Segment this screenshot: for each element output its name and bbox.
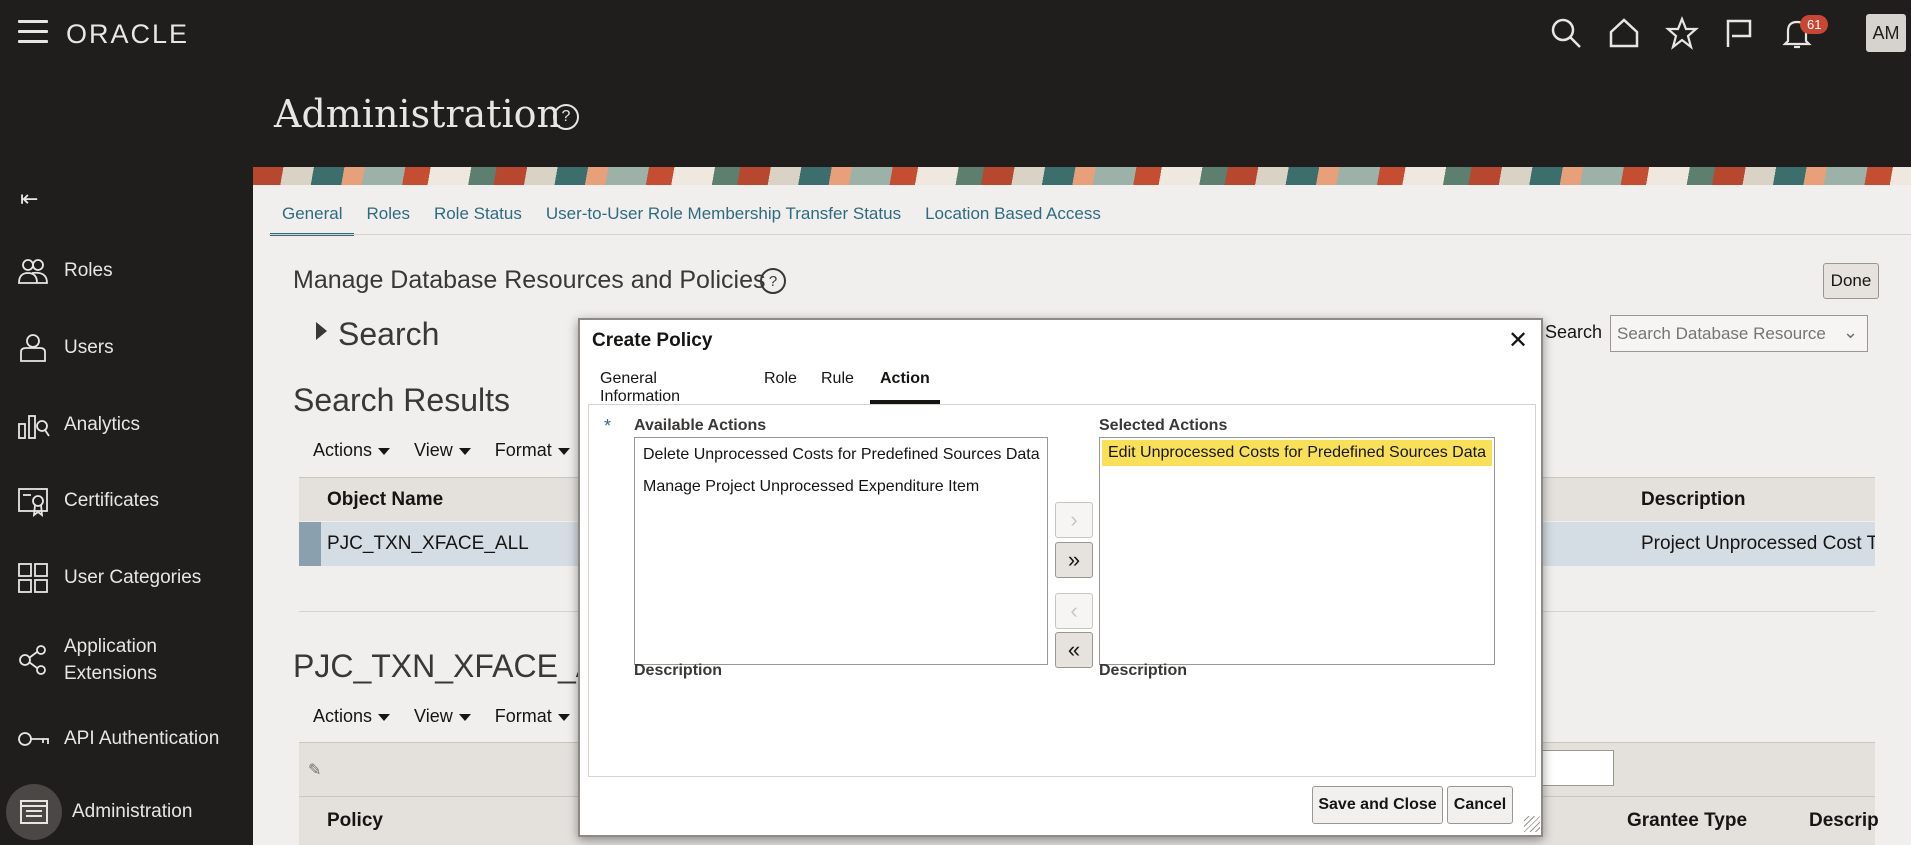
- close-icon[interactable]: ✕: [1508, 326, 1528, 355]
- star-icon[interactable]: [1665, 16, 1699, 50]
- view-menu[interactable]: View: [414, 706, 471, 736]
- user-categories-icon: [14, 559, 52, 597]
- flag-icon[interactable]: [1722, 16, 1756, 50]
- column-header-object-name[interactable]: Object Name: [327, 489, 443, 511]
- tab-role-transfer-status[interactable]: User-to-User Role Membership Transfer St…: [534, 196, 913, 236]
- object-name-cell: PJC_TXN_XFACE_ALL: [327, 533, 529, 554]
- sidebar-item-roles[interactable]: Roles: [0, 243, 253, 299]
- list-item[interactable]: Manage Project Unprocessed Expenditure I…: [643, 478, 979, 496]
- search-label: Search: [1545, 322, 1603, 342]
- home-icon[interactable]: [1607, 16, 1641, 50]
- save-and-close-button[interactable]: Save and Close: [1312, 786, 1443, 824]
- administration-icon: [6, 784, 62, 840]
- column-header-policy[interactable]: Policy: [327, 810, 383, 832]
- section-title: Manage Database Resources and Policies: [293, 266, 766, 294]
- tab-general-information[interactable]: General Information: [600, 364, 680, 405]
- actions-menu[interactable]: Actions: [313, 440, 391, 470]
- required-indicator: *: [604, 416, 612, 436]
- analytics-icon: [14, 406, 52, 444]
- column-header-grantee-type[interactable]: Grantee Type: [1627, 810, 1747, 832]
- sidebar-item-administration[interactable]: Administration: [0, 784, 253, 840]
- search-database-resource-input[interactable]: [1610, 315, 1868, 352]
- search-icon[interactable]: [1549, 16, 1583, 50]
- actions-menu[interactable]: Actions: [313, 706, 391, 736]
- format-menu[interactable]: Format: [495, 440, 570, 470]
- menu-icon[interactable]: [18, 20, 48, 44]
- collapse-sidebar-icon[interactable]: ⇤: [20, 186, 38, 212]
- sidebar-item-application-extensions[interactable]: Application Extensions: [0, 632, 253, 688]
- results-toolbar: Actions View Format: [313, 440, 570, 470]
- selected-actions-list[interactable]: Edit Unprocessed Costs for Predefined So…: [1099, 437, 1495, 665]
- list-item[interactable]: Delete Unprocessed Costs for Predefined …: [643, 446, 1040, 464]
- move-right-button[interactable]: ›: [1055, 502, 1093, 538]
- tab-role-status[interactable]: Role Status: [422, 196, 534, 236]
- users-icon: [14, 329, 52, 367]
- row-selection-indicator: [299, 522, 321, 566]
- sidebar-item-certificates[interactable]: Certificates: [0, 473, 253, 529]
- sidebar-item-label: User Categories: [64, 567, 202, 588]
- sidebar-item-label: Analytics: [64, 414, 141, 435]
- oracle-logo[interactable]: ORACLE: [66, 19, 189, 50]
- help-icon[interactable]: ?: [760, 268, 786, 294]
- sidebar-item-label: Roles: [64, 260, 113, 281]
- tabs-divider: [269, 234, 1911, 235]
- key-icon: [14, 720, 52, 758]
- tab-action[interactable]: Action: [870, 364, 940, 404]
- move-all-right-button[interactable]: »: [1055, 542, 1093, 578]
- admin-tabs: General Roles Role Status User-to-User R…: [270, 196, 1113, 236]
- done-button[interactable]: Done: [1823, 263, 1879, 299]
- sidebar-item-label: Users: [64, 337, 114, 358]
- header-banner: [253, 167, 1911, 185]
- sidebar-item-label: Administration: [72, 801, 193, 822]
- selected-actions-label: Selected Actions: [1099, 417, 1228, 434]
- roles-icon: [14, 252, 52, 290]
- dialog-title: Create Policy: [592, 330, 713, 351]
- disclosure-icon[interactable]: [316, 322, 327, 340]
- sidebar-item-label: API Authentication: [64, 728, 220, 749]
- certificate-icon: [14, 482, 52, 520]
- move-all-left-button[interactable]: «: [1055, 632, 1093, 668]
- format-menu[interactable]: Format: [495, 706, 570, 736]
- sidebar-item-analytics[interactable]: Analytics: [0, 397, 253, 453]
- available-description-label: Description: [634, 662, 723, 679]
- resize-handle[interactable]: [1524, 816, 1540, 832]
- column-header-description[interactable]: Description: [1641, 489, 1746, 511]
- column-header-description[interactable]: Descrip: [1809, 810, 1879, 832]
- available-actions-list[interactable]: Delete Unprocessed Costs for Predefined …: [634, 437, 1048, 665]
- tab-location-based-access[interactable]: Location Based Access: [913, 196, 1113, 236]
- description-cell: Project Unprocessed Cost Tr: [1641, 533, 1875, 554]
- cancel-button[interactable]: Cancel: [1447, 786, 1513, 824]
- sidebar-item-api-authentication[interactable]: API Authentication: [0, 711, 253, 767]
- filter-input[interactable]: [1540, 750, 1614, 786]
- sidebar-item-label: Certificates: [64, 490, 160, 511]
- sidebar-item-label: Application Extensions: [64, 636, 157, 684]
- edit-icon[interactable]: ✎: [308, 760, 321, 780]
- search-toggle[interactable]: Search: [338, 316, 439, 353]
- tab-general[interactable]: General: [270, 196, 355, 236]
- view-menu[interactable]: View: [414, 440, 471, 470]
- list-item[interactable]: Edit Unprocessed Costs for Predefined So…: [1102, 440, 1492, 466]
- create-policy-dialog: Create Policy ✕ General Information Role…: [578, 318, 1543, 837]
- results-title: Search Results: [293, 382, 510, 418]
- chevron-down-icon[interactable]: ⌄: [1843, 322, 1858, 343]
- top-bar: ORACLE 61 AM: [0, 0, 1911, 66]
- sidebar-item-users[interactable]: Users: [0, 320, 253, 376]
- application-extensions-icon: [14, 641, 52, 679]
- help-icon[interactable]: ?: [553, 104, 579, 130]
- sidebar-item-user-categories[interactable]: User Categories: [0, 550, 253, 606]
- tab-roles[interactable]: Roles: [354, 196, 421, 236]
- tab-role[interactable]: Role: [764, 364, 797, 404]
- notification-badge: 61: [1800, 15, 1829, 34]
- selected-description-label: Description: [1099, 662, 1188, 679]
- tab-rule[interactable]: Rule: [821, 364, 854, 404]
- policies-toolbar: Actions View Format: [313, 706, 570, 736]
- available-actions-label: Available Actions: [634, 417, 767, 434]
- user-avatar[interactable]: AM: [1866, 14, 1906, 52]
- page-title: Administration: [274, 92, 561, 136]
- move-left-button[interactable]: ‹: [1055, 593, 1093, 629]
